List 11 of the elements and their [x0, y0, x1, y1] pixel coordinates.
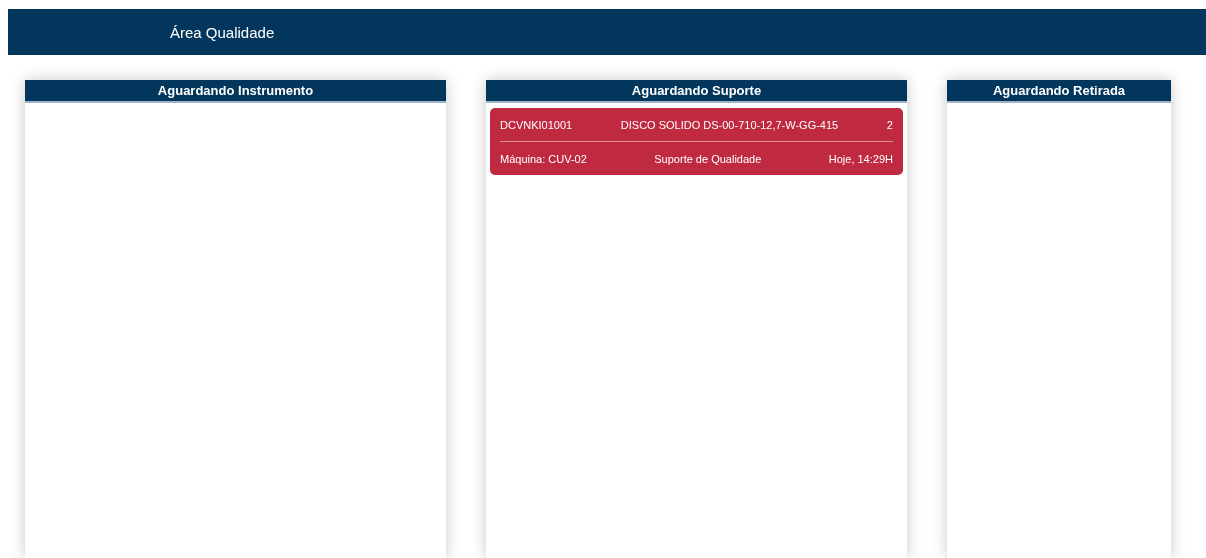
card-quantity: 2 [886, 118, 893, 131]
column-title: Aguardando Suporte [486, 80, 907, 103]
card-time: Hoje, 14:29H [828, 152, 893, 165]
column-title: Aguardando Instrumento [25, 80, 446, 103]
card-item: DISCO SOLIDO DS-00-710-12,7-W-GG-415 [620, 118, 839, 131]
column-title: Aguardando Retirada [947, 80, 1171, 103]
card-type: Suporte de Qualidade [654, 152, 762, 165]
page-title: Área Qualidade [170, 23, 275, 41]
card-code: DCVNKI01001 [500, 118, 573, 131]
card-machine: Máquina: CUV-02 [500, 152, 587, 165]
task-card[interactable]: DCVNKI01001 DISCO SOLIDO DS-00-710-12,7-W-GG-415 2 Máquina: CUV-02 Suporte de Qualidade Hoje, 14:29H [490, 108, 903, 175]
